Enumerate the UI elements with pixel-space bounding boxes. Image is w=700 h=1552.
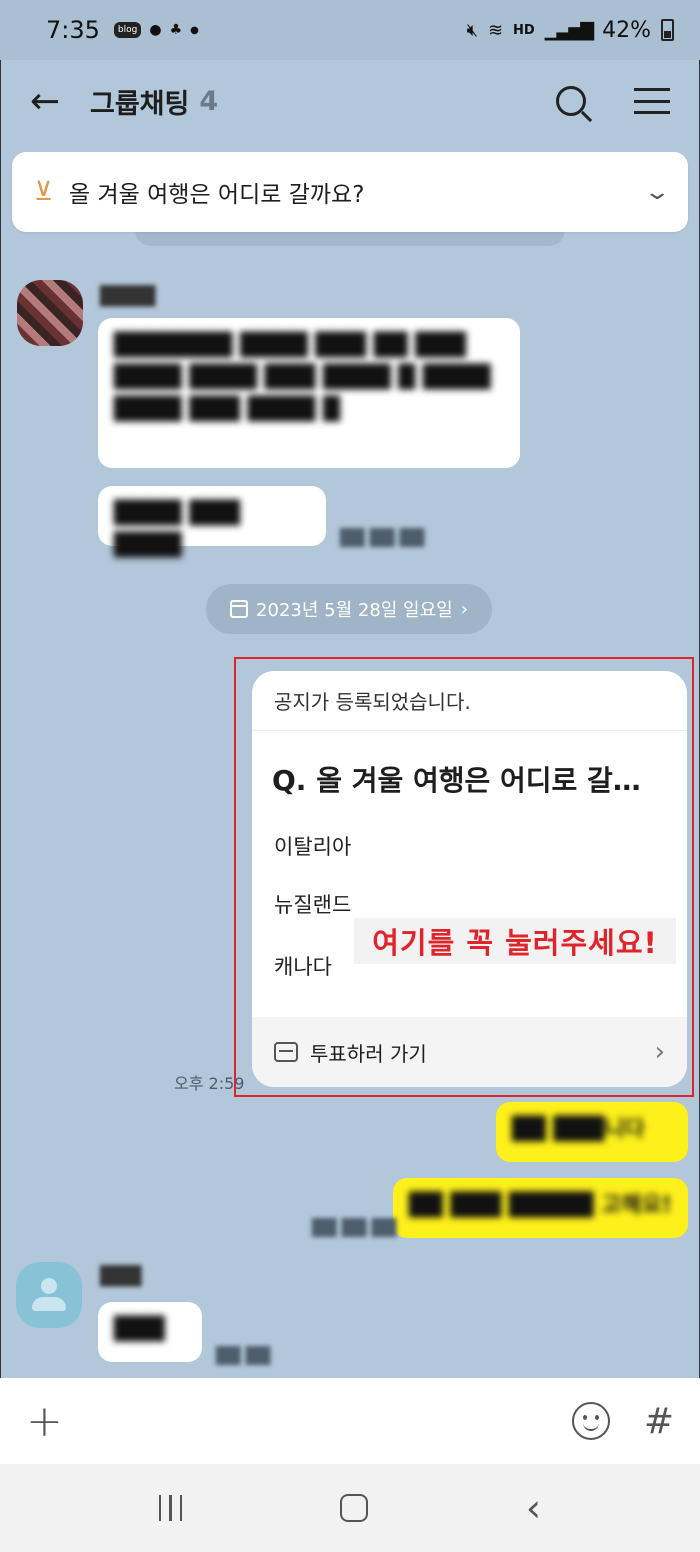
avatar[interactable]: [16, 1262, 82, 1328]
person-icon: [32, 1278, 66, 1312]
date-label: 2023년 5월 28일 일요일: [256, 600, 453, 621]
poll-card[interactable]: 공지가 등록되었습니다. Q. 올 겨울 여행은 어디로 갈… 이탈리아 뉴질랜…: [252, 671, 687, 1087]
sender-name: ████: [100, 286, 156, 307]
chat-header: ← 그룹채팅 4: [0, 60, 700, 142]
message-text: ██ ███니다: [512, 1117, 645, 1142]
system-nav-bar: ‹: [0, 1464, 700, 1552]
battery-percent: 42%: [602, 17, 651, 43]
battery-icon: [661, 19, 674, 41]
signal-icon: ▁▃▅▇: [544, 19, 594, 41]
poll-card-header: 공지가 등록되었습니다.: [252, 671, 687, 731]
message-text: ██ ███ █████ 고해요!: [409, 1193, 672, 1218]
member-count: 4: [199, 85, 219, 117]
message-bubble[interactable]: ███: [98, 1302, 202, 1362]
back-icon[interactable]: ‹: [526, 1486, 541, 1530]
wifi-icon: ≋: [487, 19, 504, 41]
message-bubble[interactable]: ████ ███ ████: [98, 486, 326, 558]
message-text: ████ ███ ████: [114, 501, 241, 558]
chevron-right-icon: ›: [654, 1037, 665, 1067]
mute-icon: 🔇︎: [466, 19, 478, 41]
poll-option[interactable]: 이탈리아: [252, 831, 351, 861]
date-divider[interactable]: 2023년 5월 28일 일요일 ›: [206, 584, 492, 634]
menu-icon[interactable]: [634, 88, 670, 114]
message-text: ███: [114, 1317, 165, 1342]
sender-name: ███: [100, 1266, 142, 1287]
my-message-bubble[interactable]: ██ ███니다: [496, 1102, 688, 1162]
status-right: 🔇︎ ≋ HD ▁▃▅▇ 42%: [467, 18, 674, 43]
notice-banner[interactable]: ⊻ 올 겨울 여행은 어디로 갈까요? ⌄: [12, 152, 688, 232]
vote-button[interactable]: 투표하러 가기 ›: [252, 1017, 687, 1087]
message-text: ███████ ████ ███ ██ ███ ████ ████ ███ ██…: [114, 333, 491, 422]
message-time: ██ ██:██: [312, 1218, 397, 1237]
home-icon[interactable]: [340, 1494, 369, 1522]
vote-button-label: 투표하러 가기: [310, 1041, 427, 1066]
header-actions: [556, 86, 670, 116]
notification-icon: ●: [149, 22, 162, 38]
chevron-down-icon[interactable]: ⌄: [643, 180, 671, 205]
app-notification-icon: ♣: [169, 22, 183, 38]
back-arrow-icon[interactable]: ←: [30, 81, 90, 122]
message-bubble[interactable]: ███████ ████ ███ ██ ███ ████ ████ ███ ██…: [98, 318, 520, 468]
calendar-icon: [230, 600, 249, 618]
search-icon[interactable]: [556, 86, 586, 116]
poll-question: Q. 올 겨울 여행은 어디로 갈…: [272, 764, 641, 797]
ballot-box-icon: ⊻: [34, 177, 54, 207]
recent-apps-icon[interactable]: [158, 1495, 183, 1521]
avatar[interactable]: [17, 280, 83, 346]
poll-option[interactable]: 뉴질랜드: [252, 889, 351, 919]
status-time: 7:35: [46, 16, 100, 44]
chat-title: 그룹채팅: [90, 88, 190, 120]
message-time: ██ ██:██: [340, 528, 425, 547]
message-time: ██ ██: [216, 1346, 271, 1365]
poll-option[interactable]: 캐나다: [252, 951, 332, 981]
message-time: 오후 2:59: [174, 1074, 245, 1093]
annotation-label: 여기를 꼭 눌러주세요!: [354, 918, 676, 964]
message-input-bar: + #: [0, 1378, 700, 1464]
emoticon-icon[interactable]: [571, 1402, 610, 1440]
input-actions: #: [571, 1401, 674, 1442]
notice-text: 올 겨울 여행은 어디로 갈까요?: [69, 182, 365, 208]
chevron-right-icon: ›: [460, 598, 468, 620]
ballot-icon: [274, 1042, 298, 1062]
plus-icon[interactable]: +: [26, 1396, 63, 1447]
blog-notification-icon: blog: [113, 22, 142, 38]
status-bar: 7:35 blog ● ♣ ● 🔇︎ ≋ HD ▁▃▅▇ 42%: [0, 0, 700, 60]
more-notifications-dot-icon: ●: [190, 24, 199, 36]
hashtag-icon[interactable]: #: [644, 1401, 674, 1442]
my-message-bubble[interactable]: ██ ███ █████ 고해요!: [393, 1178, 688, 1238]
hd-voice-icon: HD: [513, 22, 535, 38]
